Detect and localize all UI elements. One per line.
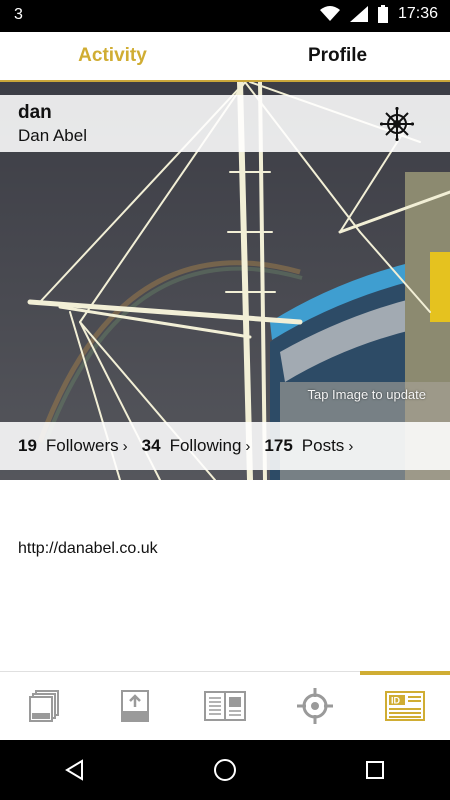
nav-profile-id[interactable]: ID [360,671,450,740]
system-nav-bar [0,740,450,800]
id-card-icon: ID [385,691,425,721]
back-triangle-icon [65,759,83,781]
stats-bar: 19 Followers › 34 Following › 175 Posts … [0,422,450,470]
username: dan [18,102,52,123]
bottom-nav: ID [0,671,450,740]
posts-count: 175 [264,436,293,455]
ship-wheel-settings-icon[interactable] [379,106,415,142]
nav-upload[interactable] [90,672,180,740]
location-target-icon [297,688,333,724]
following-stat[interactable]: 34 Following › [142,436,251,456]
notification-count: 3 [14,6,23,23]
tab-profile[interactable]: Profile [225,32,450,80]
recents-square-icon [366,761,384,779]
posts-stat[interactable]: 175 Posts › [264,436,353,456]
top-tabs: Activity Profile [0,32,450,82]
photos-stack-icon [29,690,59,722]
recents-button[interactable] [345,740,405,800]
battery-icon [377,5,388,23]
clock: 17:36 [397,5,438,22]
profile-cover-image[interactable]: dan Dan Abel Tap Image to update 19 Foll… [0,82,450,480]
wifi-icon [319,6,340,22]
home-button[interactable] [195,740,255,800]
status-bar: 3 17:36 [0,0,450,32]
followers-stat[interactable]: 19 Followers › [18,436,128,456]
magazine-icon [204,691,246,721]
following-label: Following [169,436,242,455]
chevron-right-icon: › [122,437,128,455]
nav-location[interactable] [270,672,360,740]
user-header: dan Dan Abel [0,95,450,152]
upload-icon [121,690,149,722]
tab-activity[interactable]: Activity [0,32,225,80]
followers-count: 19 [18,436,37,455]
chevron-right-icon: › [245,437,251,455]
svg-text:ID: ID [391,696,401,706]
back-button[interactable] [45,740,105,800]
signal-icon [349,6,368,22]
tap-to-update-hint: Tap Image to update [307,387,426,402]
nav-photos[interactable] [0,672,90,740]
posts-label: Posts [301,436,345,455]
full-name: Dan Abel [18,126,87,145]
nav-magazine[interactable] [180,672,270,740]
website-link[interactable]: http://danabel.co.uk [18,540,158,558]
followers-label: Followers [45,436,119,455]
home-circle-icon [214,759,236,781]
chevron-right-icon: › [348,437,354,455]
following-count: 34 [141,436,161,455]
